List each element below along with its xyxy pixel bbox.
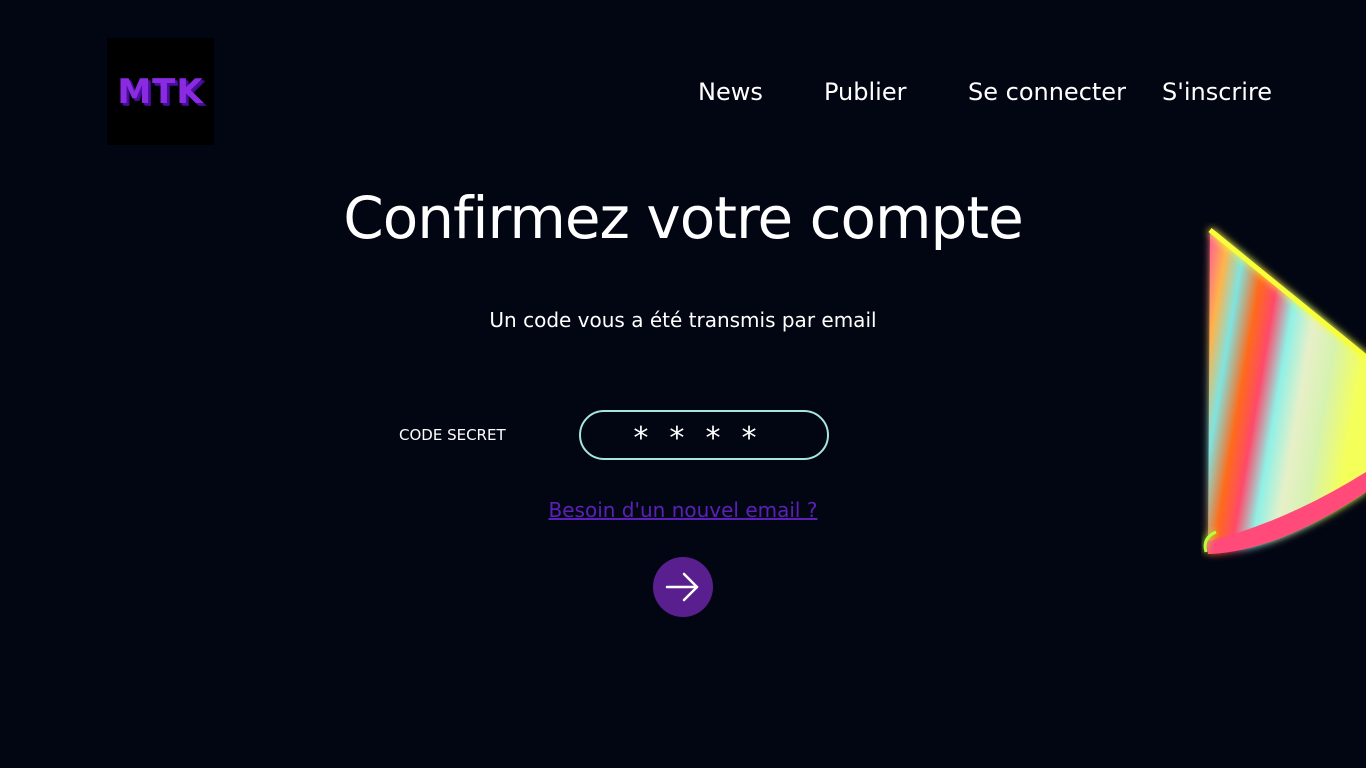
arrow-right-icon — [665, 572, 699, 602]
submit-button[interactable] — [653, 557, 713, 617]
nav-link-publish[interactable]: Publier — [824, 76, 906, 108]
resend-link-wrapper: Besoin d'un nouvel email ? — [0, 496, 1366, 524]
secret-code-input[interactable] — [579, 410, 829, 460]
page-subtitle: Un code vous a été transmis par email — [489, 308, 877, 332]
code-label: CODE SECRET — [399, 426, 506, 444]
nav-link-news[interactable]: News — [698, 76, 763, 108]
resend-email-link[interactable]: Besoin d'un nouvel email ? — [549, 498, 818, 522]
page: MTK News Publier Se connecter S'inscrire… — [0, 0, 1366, 768]
page-title: Confirmez votre compte — [343, 184, 1024, 252]
nav-link-signup[interactable]: S'inscrire — [1162, 76, 1272, 108]
main-nav: News Publier Se connecter S'inscrire — [0, 76, 1366, 108]
party-hat-illustration — [1203, 228, 1366, 554]
nav-link-login[interactable]: Se connecter — [968, 76, 1126, 108]
